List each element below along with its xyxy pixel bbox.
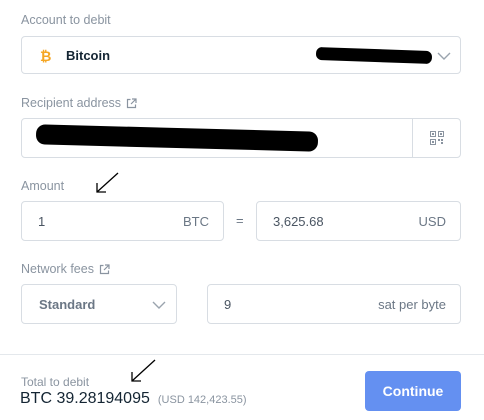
amount-crypto-input[interactable]: 1 BTC [21,201,224,241]
fee-rate-value: 9 [224,296,232,312]
svg-text:₿: ₿ [40,49,51,64]
recipient-address-input[interactable] [21,118,461,158]
qr-scan-button[interactable] [412,119,460,157]
amount-crypto-value: 1 [38,213,46,229]
equals-sign: = [236,213,244,228]
recipient-label-text: Recipient address [21,96,122,110]
amount-crypto-unit: BTC [183,213,209,229]
amount-label: Amount [21,179,64,193]
amount-label-text: Amount [21,179,65,193]
total-amount: BTC 39.28194095 (USD 142,423.55) [20,390,247,408]
amount-fiat-unit: USD [418,213,446,229]
total-crypto: BTC 39.28194095 [20,390,150,407]
redacted-address [35,124,319,152]
fee-speed-value: Standard [39,297,96,312]
account-label: Account to debit [21,13,111,27]
amount-fiat-input[interactable]: 3,625.68 USD [256,201,461,241]
footer-divider [0,354,484,355]
external-link-icon[interactable] [99,263,110,275]
redacted-balance [315,46,433,65]
account-select[interactable]: ₿ Bitcoin [21,36,461,74]
network-fees-label-text: Network fees [21,262,94,276]
total-label: Total to debit [21,375,90,389]
fee-rate-unit: sat per byte [378,296,446,312]
continue-button[interactable]: Continue [365,371,461,411]
qr-code-icon [429,131,444,145]
fee-speed-select[interactable]: Standard [21,284,177,324]
external-link-icon[interactable] [126,97,137,109]
fee-rate-input[interactable]: 9 sat per byte [207,284,461,324]
bitcoin-icon: ₿ [40,49,51,64]
amount-fiat-value: 3,625.68 [273,213,324,229]
chevron-down-icon [437,52,451,60]
recipient-label: Recipient address [21,96,137,110]
annotation-arrow [96,172,119,193]
account-label-text: Account to debit [21,13,111,27]
chevron-down-icon [152,301,166,309]
network-fees-label: Network fees [21,262,110,276]
account-selected-value: Bitcoin [66,48,111,63]
annotation-arrow [131,359,156,382]
total-fiat: (USD 142,423.55) [157,394,247,406]
